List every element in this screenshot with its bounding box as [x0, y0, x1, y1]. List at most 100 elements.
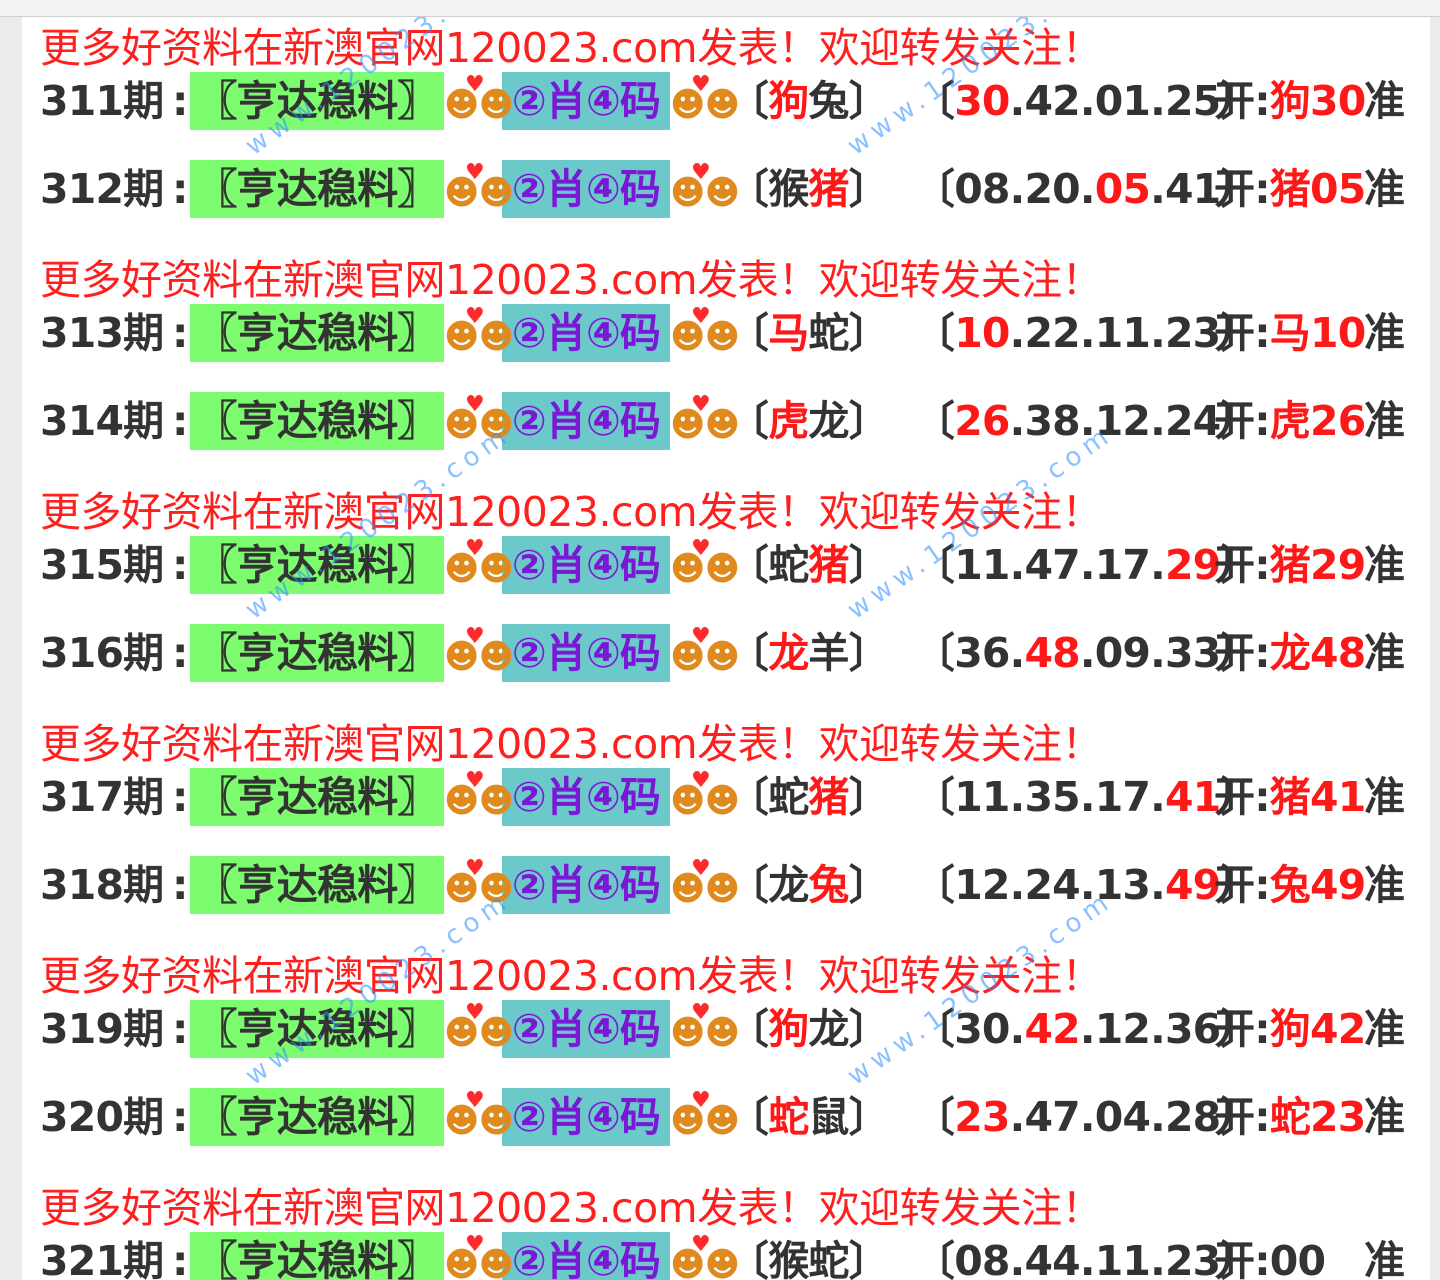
pick-number: 20	[1024, 165, 1080, 213]
result-number: 23	[1310, 1093, 1366, 1141]
hit-label: 准	[1364, 1093, 1405, 1141]
zodiac-1: 猴	[768, 1237, 809, 1280]
table-row: 311期: 〖亨达稳料〗 ♥ ☻☻②肖④码 ♥ ☻☻〔狗兔〕 〔30.42.01.25〕开:…	[40, 72, 1408, 130]
number-pick: 〔11.47.17.29〕	[914, 541, 1261, 589]
period-label: 321期	[40, 1237, 164, 1280]
tag-hengda: 〖亨达稳料〗	[190, 160, 444, 218]
couple-heart-icon: ♥ ☻☻	[444, 1088, 514, 1141]
zodiac-1: 马	[768, 309, 809, 357]
table-row: 315期: 〖亨达稳料〗 ♥ ☻☻②肖④码 ♥ ☻☻〔蛇猪〕 〔11.47.17.29〕开:…	[40, 536, 1408, 594]
table-row: 321期: 〖亨达稳料〗 ♥ ☻☻②肖④码 ♥ ☻☻〔猴蛇〕 〔08.44.11.23〕开:…	[40, 1232, 1408, 1280]
number-pick: 〔10.22.11.23〕	[914, 309, 1261, 357]
couple-heart-icon: ♥ ☻☻	[444, 72, 514, 125]
pick-number: 13	[1094, 861, 1151, 909]
number-pick: 〔08.44.11.23〕	[914, 1232, 1261, 1280]
zodiac-1: 蛇	[768, 541, 809, 589]
tag-2xiao4ma: ②肖④码	[502, 856, 670, 914]
zodiac-pick: 〔猴蛇〕	[728, 1232, 914, 1280]
result-number: 41	[1310, 773, 1366, 821]
pick-number: 22	[1024, 309, 1080, 357]
couple-heart-icon: ♥ ☻☻	[670, 72, 740, 125]
hit-label: 准	[1364, 861, 1405, 909]
hit-label: 准	[1364, 77, 1405, 125]
pick-number: 49	[1164, 861, 1221, 909]
tag-2xiao4ma: ②肖④码	[502, 392, 670, 450]
pick-number: 08	[954, 1237, 1010, 1280]
result-zodiac: 虎	[1269, 397, 1311, 445]
zodiac-2: 龙	[808, 397, 849, 445]
period-label: 313期	[40, 309, 164, 357]
zodiac-1: 龙	[768, 629, 809, 677]
zodiac-1: 蛇	[768, 1093, 809, 1141]
pick-number: 24	[1024, 861, 1080, 909]
draw-result: 开:猪29	[1214, 541, 1366, 589]
tag-2xiao4ma: ②肖④码	[502, 304, 670, 362]
pick-number: 30	[954, 77, 1010, 125]
table-row: 313期: 〖亨达稳料〗 ♥ ☻☻②肖④码 ♥ ☻☻〔马蛇〕 〔10.22.11.23〕开:…	[40, 304, 1408, 362]
period-label: 319期	[40, 1005, 164, 1053]
zodiac-2: 鼠	[808, 1093, 849, 1141]
result-zodiac: 马	[1269, 309, 1311, 357]
zodiac-pick: 〔蛇猪〕	[728, 541, 890, 589]
hit-label: 准	[1364, 773, 1405, 821]
pick-number: 48	[1024, 629, 1080, 677]
tag-2xiao4ma: ②肖④码	[502, 160, 670, 218]
zodiac-pick: 〔马蛇〕	[728, 309, 890, 357]
pick-number: 11	[1094, 309, 1151, 357]
result-zodiac: 猪	[1269, 165, 1311, 213]
zodiac-2: 兔	[808, 861, 849, 909]
period-colon: :	[172, 77, 188, 125]
pick-number: 05	[1094, 165, 1151, 213]
zodiac-2: 猪	[808, 541, 849, 589]
period-colon: :	[172, 629, 188, 677]
table-row: 317期: 〖亨达稳料〗 ♥ ☻☻②肖④码 ♥ ☻☻〔蛇猪〕 〔11.35.17.41〕开:…	[40, 768, 1408, 826]
result-zodiac: 猪	[1269, 773, 1311, 821]
pick-number: 25	[1164, 77, 1221, 125]
pick-number: 47	[1024, 1093, 1080, 1141]
zodiac-2: 蛇	[808, 309, 849, 357]
couple-heart-icon: ♥ ☻☻	[670, 392, 740, 445]
couple-heart-icon: ♥ ☻☻	[670, 856, 740, 909]
zodiac-2: 猪	[808, 165, 849, 213]
draw-result: 开:猪05	[1214, 165, 1366, 213]
period-colon: :	[172, 1237, 188, 1280]
tag-hengda: 〖亨达稳料〗	[190, 856, 444, 914]
period-colon: :	[172, 861, 188, 909]
period-label: 315期	[40, 541, 164, 589]
zodiac-2: 龙	[808, 1005, 849, 1053]
tag-hengda: 〖亨达稳料〗	[190, 1088, 444, 1146]
pick-number: 12	[1094, 1005, 1151, 1053]
promo-banner: 更多好资料在新澳官网120023.com发表！欢迎转发关注！	[40, 952, 1103, 1000]
zodiac-pick: 〔狗兔〕	[728, 77, 890, 125]
tag-2xiao4ma: ②肖④码	[502, 1088, 670, 1146]
tag-2xiao4ma: ②肖④码	[502, 1000, 670, 1058]
table-row: 319期: 〖亨达稳料〗 ♥ ☻☻②肖④码 ♥ ☻☻〔狗龙〕 〔30.42.12.36〕开:…	[40, 1000, 1408, 1058]
result-number: 30	[1310, 77, 1366, 125]
draw-result: 开:猪41	[1214, 773, 1366, 821]
tag-hengda: 〖亨达稳料〗	[190, 624, 444, 682]
result-number: 29	[1310, 541, 1366, 589]
couple-heart-icon: ♥ ☻☻	[670, 1088, 740, 1141]
table-row: 312期: 〖亨达稳料〗 ♥ ☻☻②肖④码 ♥ ☻☻〔猴猪〕 〔08.20.05.41〕开:…	[40, 160, 1408, 218]
couple-heart-icon: ♥ ☻☻	[444, 160, 514, 213]
couple-heart-icon: ♥ ☻☻	[444, 768, 514, 821]
pick-number: 23	[1164, 309, 1221, 357]
period-colon: :	[172, 165, 188, 213]
couple-heart-icon: ♥ ☻☻	[444, 856, 514, 909]
promo-banner: 更多好资料在新澳官网120023.com发表！欢迎转发关注！	[40, 1184, 1103, 1232]
draw-result: 开:狗30	[1214, 77, 1366, 125]
couple-heart-icon: ♥ ☻☻	[670, 1000, 740, 1053]
result-number: 05	[1310, 165, 1366, 213]
period-label: 318期	[40, 861, 164, 909]
table-row: 316期: 〖亨达稳料〗 ♥ ☻☻②肖④码 ♥ ☻☻〔龙羊〕 〔36.48.09.33〕开:…	[40, 624, 1408, 682]
hit-label: 准	[1364, 1005, 1405, 1053]
result-number: 49	[1310, 861, 1366, 909]
zodiac-pick: 〔猴猪〕	[728, 165, 890, 213]
pick-number: 01	[1094, 77, 1151, 125]
result-number: 10	[1310, 309, 1366, 357]
period-label: 311期	[40, 77, 164, 125]
hit-label: 准	[1364, 165, 1405, 213]
pick-number: 41	[1164, 773, 1221, 821]
zodiac-2: 蛇	[808, 1237, 849, 1280]
couple-heart-icon: ♥ ☻☻	[670, 536, 740, 589]
